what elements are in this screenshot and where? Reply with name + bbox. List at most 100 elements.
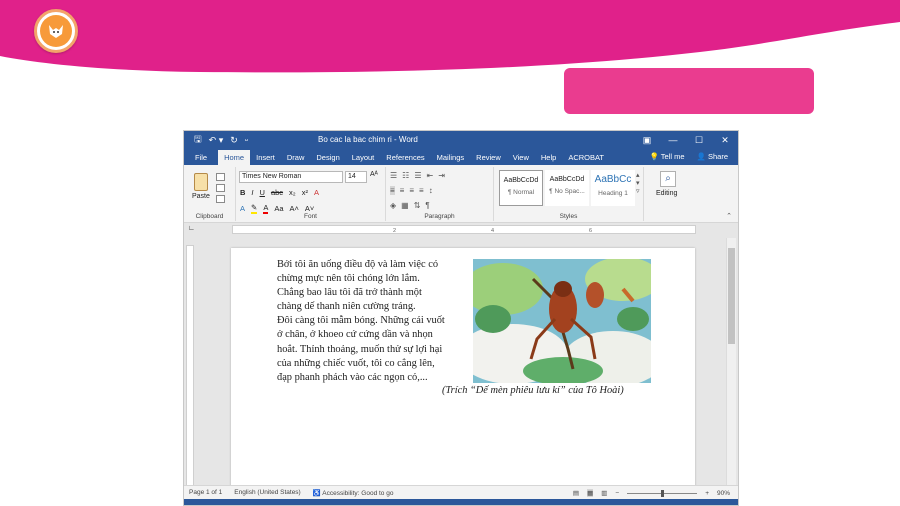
tab-file[interactable]: File [184, 150, 219, 165]
scrollbar-thumb[interactable] [728, 248, 735, 344]
align-left-icon[interactable]: ≡ [390, 186, 395, 195]
shrink-font-icon[interactable]: A˄ [290, 204, 299, 213]
body-line: của những chiếc vuốt, tôi co cẳng lên, [277, 357, 435, 369]
enlarge-font-icon[interactable]: A˅ [305, 204, 314, 213]
numbering-icon[interactable]: ☷ [402, 171, 409, 180]
ruler-row: ∟ 2 4 6 [184, 223, 738, 237]
tab-design[interactable]: Design [310, 150, 345, 165]
superscript-icon[interactable]: x² [302, 188, 308, 197]
horizontal-ruler[interactable]: 2 4 6 [232, 225, 696, 234]
decrease-indent-icon[interactable]: ⇤ [427, 171, 434, 180]
style-normal-name: ¶ Normal [507, 189, 535, 196]
show-marks-icon[interactable]: ¶ [425, 201, 429, 210]
justify-icon[interactable]: ≡ [419, 186, 424, 195]
document-page[interactable]: Bởi tôi ăn uống điều độ và làm việc có c… [231, 248, 695, 493]
underline-icon[interactable]: U [260, 188, 265, 197]
line-spacing-icon[interactable]: ↕ [429, 186, 433, 195]
tab-view[interactable]: View [507, 150, 535, 165]
web-layout-icon[interactable]: ▥ [601, 489, 607, 497]
undo-icon[interactable]: ↶ ▾ [209, 135, 224, 146]
accessibility-icon: ♿ [312, 489, 321, 497]
cut-icon[interactable] [216, 173, 225, 181]
sort-icon[interactable]: ⇅ [414, 201, 421, 210]
multilevel-list-icon[interactable]: ☰ [414, 171, 421, 180]
body-line: Chẳng bao lâu tôi đã trở thành một [277, 287, 422, 299]
ribbon-tabs: File Home Insert Draw Design Layout Refe… [184, 149, 738, 165]
tab-review[interactable]: Review [470, 150, 507, 165]
page-count[interactable]: Page 1 of 1 [189, 489, 222, 496]
change-case-icon[interactable]: Aa [274, 204, 283, 213]
text-effects-icon[interactable]: A [240, 204, 245, 213]
paste-button[interactable]: Paste [192, 193, 210, 200]
strikethrough-icon[interactable]: abc [271, 188, 283, 197]
tab-home[interactable]: Home [218, 150, 251, 165]
grow-font-icon[interactable]: Aᴬ [370, 171, 378, 178]
editing-group: ⌕ Editing [654, 167, 690, 221]
subscript-icon[interactable]: x₂ [289, 188, 296, 197]
tab-layout[interactable]: Layout [346, 150, 381, 165]
style-heading-1[interactable]: AaBbCc Heading 1 [591, 170, 635, 206]
clipboard-icon[interactable] [194, 173, 208, 191]
maximize-icon[interactable]: ☐ [686, 131, 712, 149]
accessibility-status[interactable]: ♿ Accessibility: Good to go [313, 489, 394, 497]
cricket-illustration[interactable] [473, 259, 651, 383]
paragraph-group: ☰ ☷ ☰ ⇤ ⇥ ≡ ≡ ≡ ≡ ↕ ◈ ▦ ⇅ ¶ Paragraph [386, 167, 494, 221]
read-mode-icon[interactable]: ▤ [573, 489, 579, 497]
increase-indent-icon[interactable]: ⇥ [438, 171, 445, 180]
zoom-out-icon[interactable]: − [615, 490, 619, 497]
font-size-select[interactable]: 14 [345, 171, 367, 183]
style-normal[interactable]: AaBbCcDd ¶ Normal [499, 170, 543, 206]
zoom-slider[interactable] [627, 489, 698, 497]
vertical-ruler[interactable] [186, 245, 194, 489]
zoom-in-icon[interactable]: + [705, 490, 709, 497]
format-painter-icon[interactable] [216, 195, 225, 203]
slide: 🖫 ↶ ▾ ↻ ᵕ Bo cac la bac chim ri - Word ▣… [0, 0, 900, 506]
document-body[interactable]: Bởi tôi ăn uống điều độ và làm việc có c… [277, 258, 473, 385]
print-layout-icon[interactable]: ▦ [587, 489, 594, 497]
tab-insert[interactable]: Insert [250, 150, 281, 165]
save-icon[interactable]: 🖫 [194, 132, 202, 148]
redo-icon[interactable]: ↻ [230, 135, 238, 146]
clear-format-icon[interactable]: A [314, 188, 319, 197]
tab-references[interactable]: References [380, 150, 430, 165]
collapse-ribbon-icon[interactable]: ⌃ [726, 212, 732, 220]
tab-mailings[interactable]: Mailings [431, 150, 471, 165]
styles-group-label: Styles [559, 213, 578, 220]
style-no-spacing-name: ¶ No Spac... [549, 188, 585, 195]
editing-button[interactable]: Editing [656, 190, 677, 197]
zoom-slider-knob[interactable] [661, 489, 665, 497]
bold-icon[interactable]: B [240, 188, 245, 197]
tab-selector-icon[interactable]: ∟ [188, 225, 195, 232]
ruler-mark-6: 6 [589, 228, 593, 234]
vertical-scrollbar[interactable] [726, 238, 736, 488]
customize-icon[interactable]: ᵕ [245, 135, 248, 145]
close-icon[interactable]: ✕ [712, 131, 738, 149]
window-controls: ▣ — ☐ ✕ [634, 131, 738, 149]
tabs-right: 💡 Tell me 👤 Share [649, 149, 728, 164]
style-normal-sample: AaBbCcDd [503, 177, 539, 184]
styles-scroll-icon[interactable]: ▴ ▾ ▿ [636, 171, 640, 195]
borders-icon[interactable]: ▦ [401, 201, 409, 210]
language-status[interactable]: English (United States) [234, 489, 300, 496]
tab-help[interactable]: Help [535, 150, 562, 165]
search-icon[interactable]: ⌕ [660, 171, 676, 187]
body-line: Đôi càng tôi mẫm bóng. Những cái vuốt [277, 315, 445, 327]
shading-icon[interactable]: ◈ [390, 201, 396, 210]
zoom-level[interactable]: 90% [717, 490, 730, 497]
italic-icon[interactable]: I [251, 188, 253, 197]
tab-acrobat[interactable]: ACROBAT [562, 150, 610, 165]
font-name-select[interactable]: Times New Roman [239, 171, 343, 183]
align-center-icon[interactable]: ≡ [400, 186, 405, 195]
ribbon-options-icon[interactable]: ▣ [634, 131, 660, 149]
accessibility-text: Accessibility: Good to go [322, 489, 394, 497]
tell-me-box[interactable]: 💡 Tell me [649, 149, 684, 164]
align-right-icon[interactable]: ≡ [409, 186, 414, 195]
share-button[interactable]: 👤 Share [697, 149, 728, 164]
tab-draw[interactable]: Draw [281, 150, 311, 165]
style-heading-sample: AaBbCc [594, 174, 632, 185]
ruler-mark-4: 4 [491, 228, 495, 234]
copy-icon[interactable] [216, 184, 225, 192]
bullets-icon[interactable]: ☰ [390, 171, 397, 180]
minimize-icon[interactable]: — [660, 131, 686, 149]
style-no-spacing[interactable]: AaBbCcDd ¶ No Spac... [545, 170, 589, 206]
